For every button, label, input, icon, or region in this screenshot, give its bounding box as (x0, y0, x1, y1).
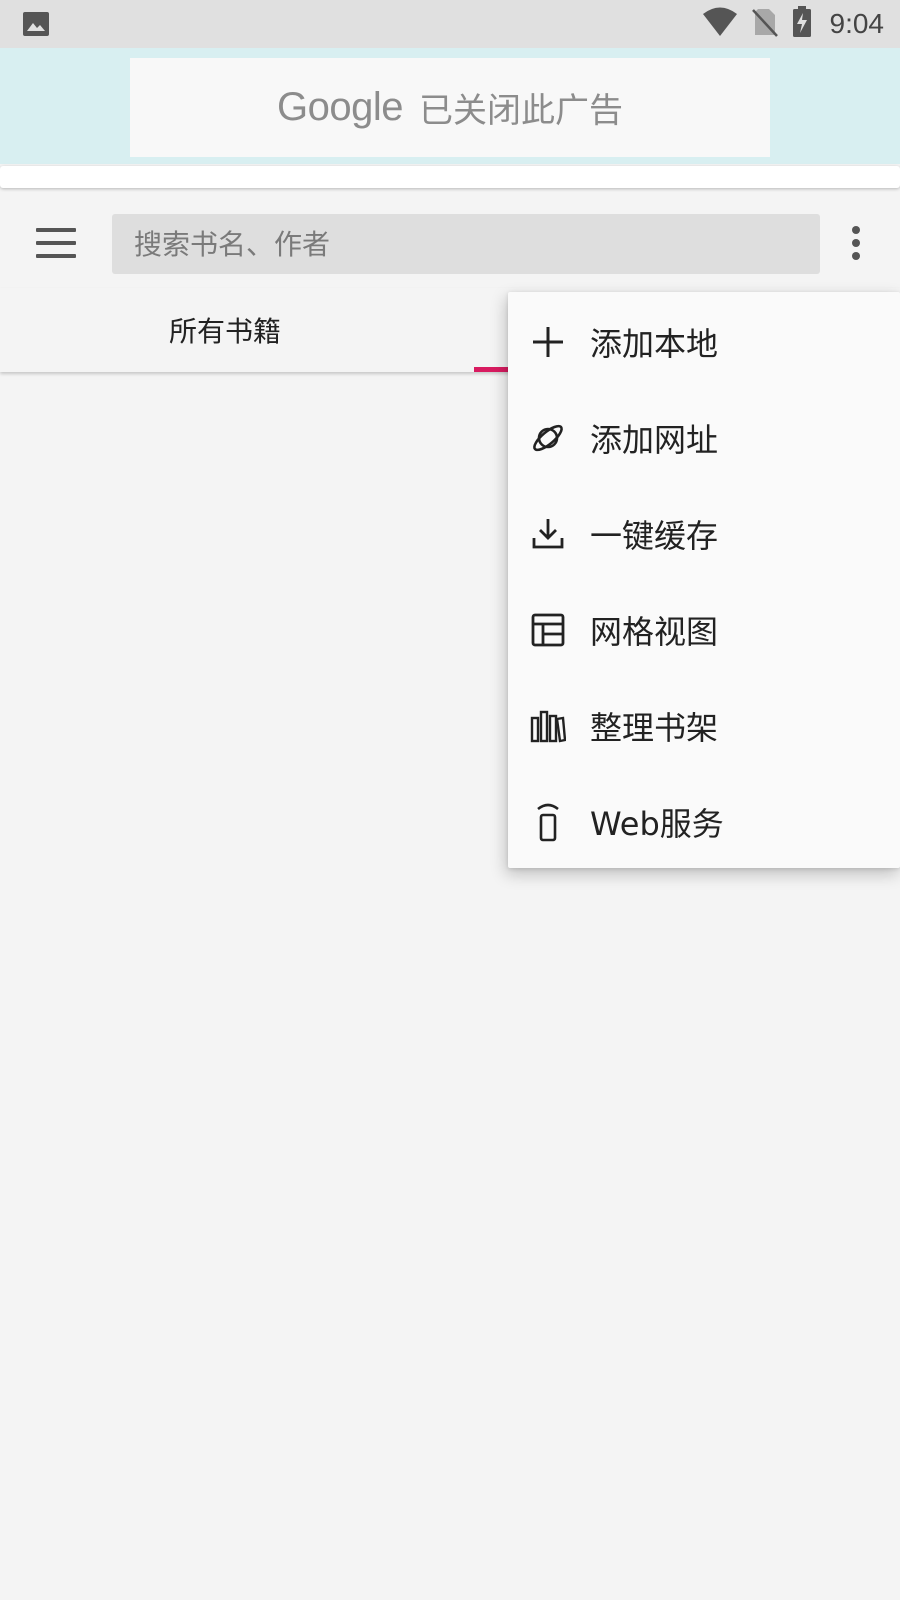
ad-closed-notice: Google 已关闭此广告 (130, 58, 770, 157)
google-logo: Google (277, 85, 403, 129)
ad-closed-text: 已关闭此广告 (418, 91, 623, 131)
ad-strip (0, 166, 900, 188)
battery-charging-icon (792, 6, 812, 42)
menu-item-label: 网格视图 (590, 613, 719, 651)
more-options-icon[interactable] (848, 226, 864, 262)
download-icon (530, 516, 566, 552)
bookshelf-icon (530, 708, 566, 744)
menu-item-label: Web服务 (590, 805, 724, 843)
hamburger-menu-icon[interactable] (36, 228, 76, 260)
menu-item-label: 整理书架 (590, 709, 719, 747)
wifi-icon (702, 7, 738, 41)
status-time: 9:04 (829, 8, 885, 39)
menu-item-label: 添加网址 (590, 421, 719, 459)
menu-item-cache-all[interactable]: 一键缓存 (508, 486, 900, 582)
plus-icon (530, 324, 566, 360)
ad-banner: Google 已关闭此广告 (0, 48, 900, 164)
toolbar (0, 200, 900, 288)
grid-view-icon (530, 612, 566, 648)
search-input[interactable] (112, 214, 820, 274)
status-icons: 9:04 (702, 0, 885, 48)
no-sim-icon (751, 7, 778, 41)
tab-all-books[interactable]: 所有书籍 (0, 288, 450, 372)
menu-item-web-service[interactable]: Web服务 (508, 774, 900, 870)
menu-item-grid-view[interactable]: 网格视图 (508, 582, 900, 678)
status-bar: 9:04 (0, 0, 900, 48)
menu-item-add-local[interactable]: 添加本地 (508, 294, 900, 390)
web-service-icon (530, 803, 566, 842)
menu-item-label: 一键缓存 (590, 517, 719, 555)
planet-icon (530, 420, 566, 456)
overflow-menu: 添加本地 添加网址 一键缓存 网格视图 整理书架 Web服务 (508, 292, 900, 868)
menu-item-add-url[interactable]: 添加网址 (508, 390, 900, 486)
menu-item-label: 添加本地 (590, 325, 719, 363)
menu-item-arrange-shelf[interactable]: 整理书架 (508, 678, 900, 774)
image-icon (22, 10, 50, 38)
tab-label: 所有书籍 (168, 315, 281, 348)
